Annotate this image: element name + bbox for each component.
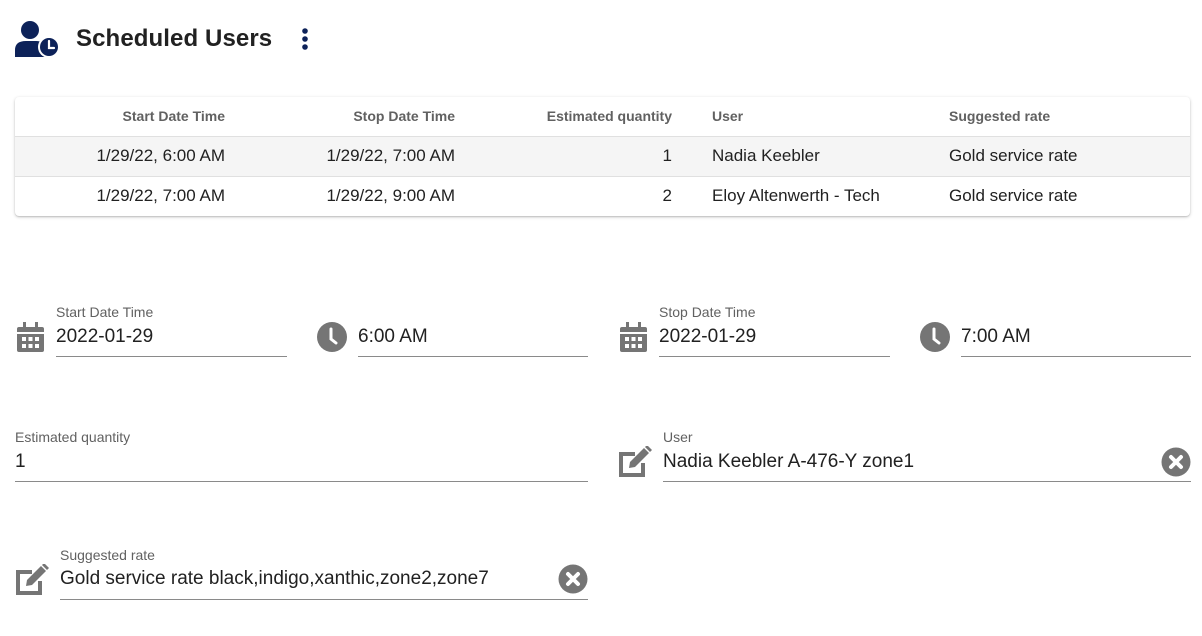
cell-quantity: 1 <box>455 136 672 177</box>
start-time-input[interactable]: 6:00 AM <box>358 326 428 348</box>
start-date-input[interactable]: 2022-01-29 <box>56 326 153 348</box>
quantity-underline <box>15 481 588 482</box>
stop-date-label: Stop Date Time <box>659 304 756 320</box>
stop-time-underline <box>961 356 1191 357</box>
user-underline <box>663 481 1191 482</box>
clear-icon[interactable] <box>558 564 588 594</box>
user-label: User <box>663 429 693 445</box>
clock-icon[interactable] <box>920 322 950 352</box>
cell-stop: 1/29/22, 9:00 AM <box>326 186 455 206</box>
clock-icon[interactable] <box>317 322 347 352</box>
start-date-label: Start Date Time <box>56 304 154 320</box>
user-input[interactable]: Nadia Keebler A-476-Y zone1 <box>663 451 914 473</box>
table-row[interactable]: 1/29/22, 7:00 AM 1/29/22, 9:00 AM 2 Eloy… <box>15 176 1190 216</box>
more-vertical-icon <box>302 28 309 50</box>
page-header: Scheduled Users <box>14 18 312 60</box>
cell-quantity: 2 <box>662 186 672 206</box>
table-row[interactable]: 1/29/22, 6:00 AM 1/29/22, 7:00 AM 1 Nadi… <box>15 136 1190 177</box>
calendar-icon[interactable] <box>620 322 647 352</box>
stop-date-input[interactable]: 2022-01-29 <box>659 326 756 348</box>
column-header-stop[interactable]: Stop Date Time <box>225 97 455 137</box>
cell-user: Nadia Keebler <box>672 136 949 177</box>
cell-stop: 1/29/22, 7:00 AM <box>225 136 455 177</box>
cell-user: Eloy Altenwerth - Tech <box>712 186 880 206</box>
cell-start: 1/29/22, 6:00 AM <box>15 136 225 177</box>
edit-icon[interactable] <box>617 446 653 478</box>
calendar-icon[interactable] <box>17 322 44 352</box>
cell-start: 1/29/22, 7:00 AM <box>96 186 225 206</box>
quantity-label: Estimated quantity <box>15 429 131 445</box>
edit-icon[interactable] <box>14 564 50 596</box>
clear-icon[interactable] <box>1161 447 1191 477</box>
page-title: Scheduled Users <box>76 25 273 52</box>
column-header-rate[interactable]: Suggested rate <box>949 97 1190 137</box>
user-clock-icon <box>15 21 60 58</box>
table-header-row: Start Date Time Stop Date Time Estimated… <box>15 97 1190 137</box>
rate-input[interactable]: Gold service rate black,indigo,xanthic,z… <box>60 568 489 590</box>
start-time-underline <box>358 356 588 357</box>
rate-underline <box>60 599 588 600</box>
column-header-start[interactable]: Start Date Time <box>15 97 225 137</box>
more-menu-button[interactable] <box>298 25 312 53</box>
quantity-input[interactable]: 1 <box>15 451 26 473</box>
rate-label: Suggested rate <box>60 547 155 563</box>
column-header-user[interactable]: User <box>672 97 949 137</box>
cell-rate: Gold service rate <box>949 186 1078 206</box>
column-header-quantity[interactable]: Estimated quantity <box>455 97 672 137</box>
stop-date-underline <box>659 356 890 357</box>
start-date-underline <box>56 356 287 357</box>
scheduled-users-table: Start Date Time Stop Date Time Estimated… <box>15 97 1190 216</box>
cell-rate: Gold service rate <box>949 136 1190 177</box>
stop-time-input[interactable]: 7:00 AM <box>961 326 1031 348</box>
